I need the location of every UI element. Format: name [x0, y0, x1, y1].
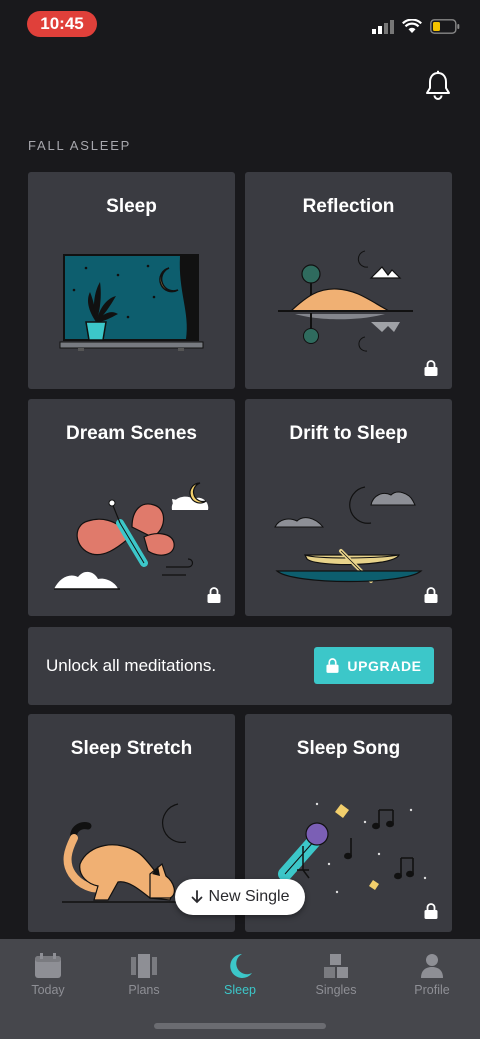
upgrade-button-label: UPGRADE — [347, 657, 422, 674]
battery-icon — [430, 19, 460, 34]
moon-icon — [230, 954, 252, 978]
status-bar: 10:45 — [0, 0, 480, 48]
tab-singles[interactable]: Singles — [288, 953, 384, 1003]
upgrade-button[interactable]: UPGRADE — [314, 647, 434, 684]
blocks-icon — [324, 954, 348, 978]
card-reflection[interactable]: Reflection — [245, 172, 452, 389]
tab-sleep[interactable]: Sleep — [192, 953, 288, 1003]
sleep-window-illustration — [59, 254, 204, 351]
lock-icon — [424, 587, 438, 603]
card-sleep[interactable]: Sleep — [28, 172, 235, 389]
lock-icon — [424, 360, 438, 376]
wifi-icon — [402, 19, 422, 33]
lock-icon — [326, 658, 339, 673]
card-drift-to-sleep[interactable]: Drift to Sleep — [245, 399, 452, 616]
tab-label: Sleep — [224, 983, 256, 997]
toast-label: New Single — [208, 888, 290, 905]
bell-icon[interactable] — [424, 70, 452, 100]
tab-plans[interactable]: Plans — [96, 953, 192, 1003]
lock-icon — [424, 903, 438, 919]
person-icon — [421, 954, 443, 978]
tab-label: Plans — [128, 983, 160, 997]
arrow-down-icon — [191, 890, 202, 904]
section-title: FALL ASLEEP — [28, 138, 132, 153]
upgrade-banner: Unlock all meditations. UPGRADE — [28, 627, 452, 705]
plans-icon — [131, 954, 157, 978]
tab-today[interactable]: Today — [0, 953, 96, 1003]
calendar-icon — [35, 953, 61, 978]
status-time: 10:45 — [27, 11, 97, 37]
status-icons — [372, 19, 460, 34]
tab-label: Profile — [414, 983, 450, 997]
tab-label: Today — [31, 983, 65, 997]
boat-illustration — [274, 486, 423, 583]
tab-label: Singles — [315, 983, 357, 997]
new-single-toast[interactable]: New Single — [175, 879, 305, 915]
home-indicator — [154, 1023, 326, 1029]
upgrade-text: Unlock all meditations. — [46, 656, 217, 675]
reflection-illustration — [278, 250, 413, 352]
lock-icon — [207, 587, 221, 603]
card-dream-scenes[interactable]: Dream Scenes — [28, 399, 235, 616]
tab-profile[interactable]: Profile — [384, 953, 480, 1003]
signal-icon — [372, 19, 394, 34]
butterfly-illustration — [54, 482, 209, 590]
